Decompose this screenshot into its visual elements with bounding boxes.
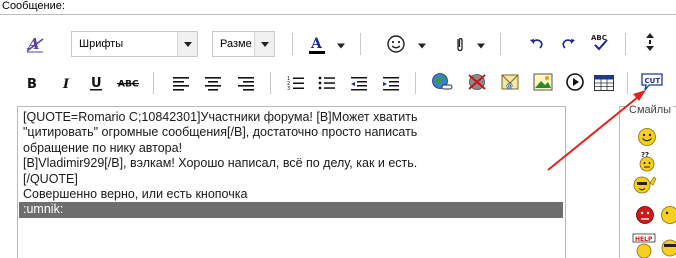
toolbar-separator: [415, 72, 416, 94]
toolbar-separator: [500, 33, 501, 55]
font-family-value: Шрифты: [79, 38, 124, 50]
undo-button[interactable]: [526, 33, 548, 55]
insert-link-button[interactable]: [431, 71, 453, 93]
font-size-select[interactable]: Разме: [212, 31, 275, 57]
chevron-down-icon: [254, 32, 274, 56]
confused-smiley-icon[interactable]: ??: [637, 150, 657, 172]
email-link-button[interactable]: @: [499, 71, 521, 93]
toolbar-separator: [627, 72, 628, 94]
bullet-list-icon: [318, 76, 335, 90]
insert-image-button[interactable]: [532, 71, 554, 93]
editor-line: [QUOTE=Romario C;10842301]Участники фору…: [23, 110, 418, 124]
smilies-button[interactable]: [385, 33, 407, 55]
undo-icon: [530, 39, 543, 49]
partial-smiley-icon[interactable]: [660, 205, 676, 225]
remove-format-icon: A: [26, 35, 44, 53]
unlink-icon: [468, 74, 486, 90]
toolbar-separator: [153, 72, 154, 94]
cut-speech-bubble-icon: CUT: [641, 73, 663, 91]
chevron-down-icon: [177, 32, 197, 56]
chevron-down-icon[interactable]: [337, 42, 345, 50]
italic-button[interactable]: I: [55, 72, 77, 94]
insert-video-button[interactable]: [564, 71, 586, 93]
smilies-panel-title: Смайлы: [627, 104, 674, 116]
svg-text:U: U: [91, 76, 102, 91]
redo-button[interactable]: [557, 33, 579, 55]
chevron-down-icon[interactable]: [418, 42, 426, 50]
underline-icon: U: [90, 76, 102, 91]
align-right-icon: [238, 77, 254, 91]
spellcheck-icon: ABC: [591, 34, 608, 51]
align-left-icon: [173, 77, 189, 91]
align-center-icon: [205, 77, 221, 91]
editor-line: [B]Vladimir929[/B], вэлкам! Хорошо напис…: [23, 156, 418, 171]
editor-selected-line: :umnik:: [19, 202, 563, 218]
insert-table-button[interactable]: [593, 72, 615, 94]
svg-text:3: 3: [287, 86, 290, 91]
message-label: Сообщение:: [2, 0, 65, 12]
svg-text:ABC: ABC: [591, 34, 607, 42]
svg-text:HELP: HELP: [635, 236, 653, 243]
smile-icon[interactable]: [637, 127, 657, 147]
smiley-face-icon: [387, 35, 405, 53]
unordered-list-button[interactable]: [316, 72, 338, 94]
font-family-select[interactable]: Шрифты: [71, 31, 198, 57]
underline-button[interactable]: U: [85, 72, 107, 94]
cut-button[interactable]: CUT: [640, 71, 664, 93]
remove-format-button[interactable]: A: [24, 33, 46, 55]
svg-text:B: B: [27, 77, 37, 92]
help-sign-smiley-icon[interactable]: HELP: [632, 232, 656, 258]
svg-text:I: I: [62, 77, 70, 92]
font-size-value: Разме: [220, 38, 252, 50]
partial-smiley-icon[interactable]: [660, 232, 676, 258]
cut-label: CUT: [645, 77, 661, 85]
svg-text:@: @: [506, 82, 513, 90]
toolbar-separator: [360, 33, 361, 55]
redo-icon: [562, 39, 575, 49]
align-left-button[interactable]: [170, 72, 192, 94]
font-color-button[interactable]: A: [306, 33, 328, 55]
font-color-icon: A: [309, 36, 325, 54]
outdent-icon: [351, 77, 367, 91]
ordered-list-icon: 1 2 3: [287, 76, 304, 91]
toolbar-separator: [625, 33, 626, 55]
angry-smiley-icon[interactable]: [635, 205, 657, 225]
resize-editor-button[interactable]: [639, 31, 661, 53]
resize-arrows-icon: [646, 33, 654, 51]
editor-line: [/QUOTE]: [23, 171, 78, 186]
bold-button[interactable]: B: [21, 72, 43, 94]
editor-line: "цитировать" огромные сообщения[/B], дос…: [23, 125, 418, 140]
align-right-button[interactable]: [235, 72, 257, 94]
align-center-button[interactable]: [202, 72, 224, 94]
bold-icon: B: [27, 77, 37, 92]
play-icon: [566, 73, 584, 91]
svg-text:A: A: [310, 36, 323, 52]
remove-link-button[interactable]: [466, 71, 488, 93]
strikethrough-icon: ABC: [117, 79, 139, 90]
toolbar-separator: [292, 33, 293, 55]
italic-icon: I: [62, 77, 70, 92]
message-textarea[interactable]: [QUOTE=Romario C;10842301]Участники фору…: [17, 106, 566, 258]
toolbar-separator: [270, 72, 271, 94]
indent-icon: [383, 77, 399, 91]
paperclip-icon: [457, 37, 463, 52]
indent-button[interactable]: [380, 72, 402, 94]
envelope-icon: @: [501, 74, 519, 90]
editor-line: обращение по нику автора!: [23, 140, 183, 155]
table-icon: [594, 75, 614, 91]
editor-line: Совершенно верно, или есть кнопочка: [23, 187, 248, 202]
strikethrough-button[interactable]: ABC: [117, 72, 139, 94]
outdent-button[interactable]: [348, 72, 370, 94]
image-icon: [533, 73, 553, 91]
thumbs-smiley-icon[interactable]: [632, 173, 658, 197]
ordered-list-button[interactable]: 1 2 3: [285, 72, 307, 94]
chevron-down-icon[interactable]: [477, 42, 485, 50]
attach-button[interactable]: [449, 33, 471, 55]
spellcheck-button[interactable]: ABC: [590, 31, 612, 53]
globe-link-icon: [432, 73, 453, 90]
